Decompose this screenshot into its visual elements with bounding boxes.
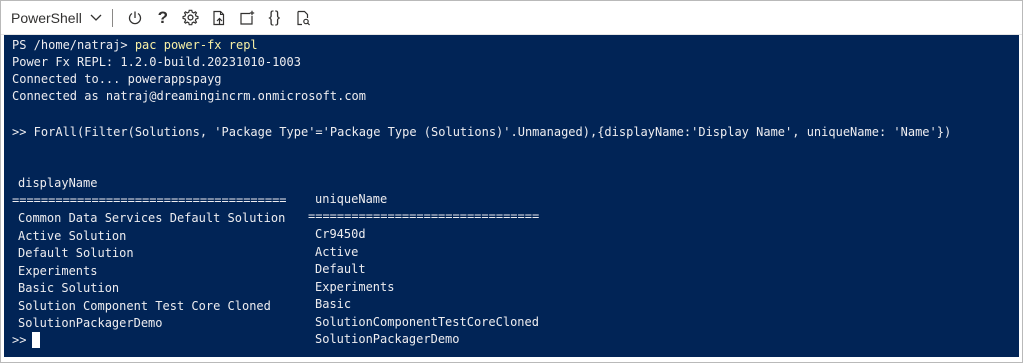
gear-icon [182,9,199,26]
toolbar-divider [111,8,113,27]
cloud-shell-window: PowerShell ? {} PS /home/natraj> pac pow… [0,0,1023,363]
web-preview-icon [295,10,311,26]
command-text: pac power-fx repl [134,38,258,52]
input-prompt-line[interactable]: >> [12,331,41,349]
table-cell-displayname: SolutionPackagerDemo [18,316,163,330]
table-cell-uniquename: SolutionPackagerDemo [315,332,460,346]
toolbar: PowerShell ? {} [1,1,1022,35]
table-row: Active Solution Active [4,212,904,259]
query-line: >> ForAll(Filter(Solutions, 'Package Typ… [12,125,952,139]
new-session-icon [239,10,255,26]
connected-as-line: Connected as natraj@dreamingincrm.onmicr… [12,89,367,103]
terminal-line-command: PS /home/natraj> pac power-fx repl [12,37,258,53]
help-icon: ? [157,8,169,27]
shell-type-dropdown[interactable]: PowerShell [7,6,108,30]
table-row: Default Solution Default [4,229,904,276]
help-button[interactable]: ? [149,4,177,32]
table-row: Solution Component Test Core Cloned Solu… [4,282,904,329]
table-separator-row: ====================================== =… [4,176,904,223]
web-preview-button[interactable] [289,4,317,32]
connected-to-line: Connected to... powerappspayg [12,72,222,86]
text-cursor [32,332,41,348]
editor-button[interactable]: {} [261,4,289,32]
repl-version-line: Power Fx REPL: 1.2.0-build.20231010-1003 [12,55,301,69]
table-header-row: displayName uniqueName [4,159,904,206]
shell-type-label: PowerShell [11,9,82,26]
terminal-scrollbar[interactable] [1013,35,1019,357]
editor-braces-icon: {} [268,8,282,26]
settings-button[interactable] [177,4,205,32]
new-session-button[interactable] [233,4,261,32]
prompt-text: PS /home/natraj> [12,38,128,52]
upload-icon [211,10,227,26]
power-icon [127,10,143,26]
table-row: Experiments Experiments [4,247,904,294]
chevron-down-icon [90,14,102,22]
table-row: Common Data Services Default Solution Cr… [4,194,904,241]
repl-prompt: >> [12,333,27,347]
table-row: SolutionPackagerDemo SolutionPackagerDem… [4,299,904,346]
table-cell-uniquename: SolutionComponentTestCoreCloned [315,315,539,329]
upload-download-button[interactable] [205,4,233,32]
table-row: Basic Solution Basic [4,264,904,311]
terminal-output[interactable]: PS /home/natraj> pac power-fx repl Power… [4,35,1019,357]
restart-button[interactable] [121,4,149,32]
